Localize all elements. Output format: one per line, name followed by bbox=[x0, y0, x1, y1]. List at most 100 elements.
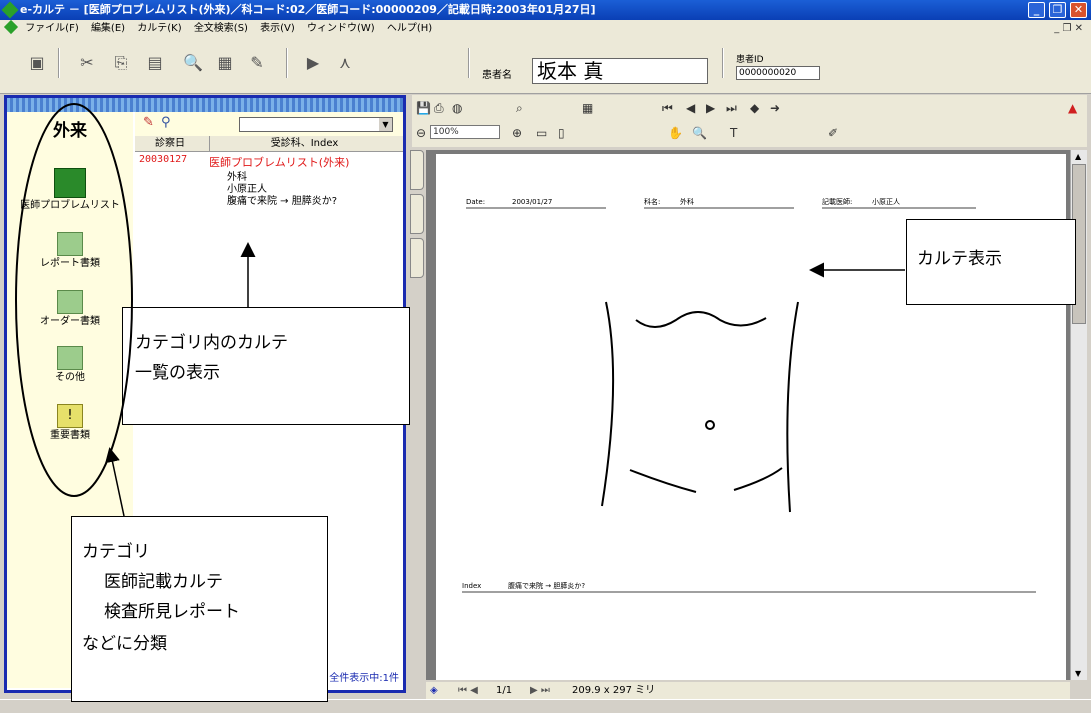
category-label: レポート書類 bbox=[40, 258, 100, 269]
category-problem-list[interactable]: 医師プロブレムリスト bbox=[7, 168, 133, 211]
document-viewer-toolbar: 💾 ⎙ ◍ ⌕ ▦ ⏮ ◀ ▶ ⏭ ◆ ➜ ▲ ⊖ 100% ⊕ ▭ ▯ ✋ 🔍… bbox=[412, 95, 1087, 147]
callout-categories: カテゴリ 医師記載カルテ 検査所見レポート などに分類 bbox=[71, 516, 328, 702]
paste-icon[interactable]: ▤ bbox=[144, 52, 166, 74]
category-label: 重要書類 bbox=[50, 430, 90, 441]
title-bar: e-カルテ － [医師プロブレムリスト(外来)／科コード:02／医師コード:00… bbox=[0, 0, 1091, 20]
last-page-icon[interactable]: ▶ ⏭ bbox=[530, 682, 550, 699]
page-search-icon[interactable]: ▦ bbox=[214, 52, 236, 74]
tools-icon[interactable]: ✎ bbox=[246, 52, 268, 74]
print-icon[interactable]: ⎙ bbox=[434, 101, 444, 115]
callout-text-line4: などに分類 bbox=[82, 634, 167, 654]
zoom-tool-icon[interactable]: 🔍 bbox=[692, 126, 707, 140]
category-label: その他 bbox=[55, 372, 85, 383]
list-header: 診察日 受診科、Index bbox=[135, 136, 403, 152]
patient-open-icon[interactable]: ▣ bbox=[26, 52, 48, 74]
menu-edit[interactable]: 編集(E) bbox=[91, 20, 125, 38]
category-other[interactable]: その他 bbox=[7, 346, 133, 383]
menu-view[interactable]: 表示(V) bbox=[260, 20, 295, 38]
first-page-icon[interactable]: ⏮ bbox=[662, 101, 673, 115]
zoom-level-field[interactable]: 100% bbox=[430, 125, 500, 139]
main-toolbar: ▣ ✂ ⎘ ▤ 🔍 ▦ ✎ ▶ ⋏ 患者名 坂本 真 患者ID 00000000… bbox=[0, 38, 1091, 94]
callout-record-list: カテゴリ内のカルテ 一覧の表示 bbox=[122, 307, 410, 425]
page-indicator: 1/1 bbox=[496, 685, 513, 696]
doc-index: 腹痛で来院 → 胆膵炎か? bbox=[508, 581, 585, 590]
folder-green-icon bbox=[57, 232, 83, 256]
nav-icon[interactable]: ◈ bbox=[430, 682, 438, 699]
side-tab[interactable] bbox=[410, 238, 424, 278]
scroll-down-icon[interactable]: ▼ bbox=[1075, 669, 1081, 678]
patient-id-label: 患者ID bbox=[736, 55, 764, 65]
maximize-button[interactable]: ❐ bbox=[1049, 2, 1066, 18]
hand-tool-icon[interactable]: ✋ bbox=[668, 126, 683, 140]
category-header: 外来 bbox=[53, 121, 87, 141]
doc-date: 2003/01/27 bbox=[512, 198, 552, 206]
single-page-icon[interactable]: ▭ bbox=[536, 126, 547, 140]
document-side-tabs bbox=[410, 150, 424, 330]
pen-tool-icon[interactable]: ✐ bbox=[828, 126, 838, 140]
select-tool-icon[interactable]: ▶ bbox=[302, 52, 324, 74]
window-title: e-カルテ － [医師プロブレムリスト(外来)／科コード:02／医師コード:00… bbox=[20, 3, 596, 16]
scroll-up-icon[interactable]: ▲ bbox=[1075, 152, 1081, 161]
cut-icon[interactable]: ✂ bbox=[76, 52, 98, 74]
web-icon[interactable]: ◍ bbox=[452, 101, 462, 115]
last-page-icon[interactable]: ⏭ bbox=[726, 101, 737, 115]
row-index: 腹痛で来院 → 胆膵炎か? bbox=[227, 196, 338, 207]
preview-icon[interactable]: 🔍 bbox=[182, 52, 204, 74]
callout-text-line3: 検査所見レポート bbox=[104, 602, 240, 622]
column-header-dept[interactable]: 受診科、Index bbox=[209, 136, 399, 152]
side-tab[interactable] bbox=[410, 150, 424, 190]
document-status-bar: ◈ ⏮ ◀ 1/1 ▶ ⏭ 209.9 x 297 ミリ bbox=[426, 682, 1070, 699]
minimize-button[interactable]: _ bbox=[1028, 2, 1045, 18]
thumbnails-icon[interactable]: ▦ bbox=[582, 101, 593, 115]
list-count-status: 全件表示中:1件 bbox=[329, 673, 399, 684]
menu-bar: ファイル(F) 編集(E) カルテ(K) 全文検索(S) 表示(V) ウィンドウ… bbox=[0, 19, 1091, 38]
close-button[interactable]: ✕ bbox=[1070, 2, 1087, 18]
find-icon[interactable]: ⌕ bbox=[516, 101, 523, 115]
text-tool-icon[interactable]: T bbox=[730, 126, 737, 140]
menu-file[interactable]: ファイル(F) bbox=[25, 20, 79, 38]
menu-fulltext-search[interactable]: 全文検索(S) bbox=[194, 20, 248, 38]
menu-karte[interactable]: カルテ(K) bbox=[137, 20, 181, 38]
menu-app-icon bbox=[3, 19, 19, 35]
doc-dept: 外科 bbox=[680, 197, 694, 206]
menu-window[interactable]: ウィンドウ(W) bbox=[307, 20, 375, 38]
menu-help[interactable]: ヘルプ(H) bbox=[387, 20, 432, 38]
toolbar-separator bbox=[722, 48, 724, 78]
doc-doctor: 小原正人 bbox=[872, 197, 900, 206]
copy-icon[interactable]: ⎘ bbox=[110, 52, 132, 74]
folder-green-icon bbox=[57, 290, 83, 314]
panel-header-strip bbox=[7, 98, 403, 112]
toolbar-separator bbox=[468, 48, 470, 78]
category-important[interactable]: ! 重要書類 bbox=[7, 404, 133, 441]
list-filter-select[interactable]: ▼ bbox=[239, 117, 393, 132]
search-icon[interactable]: ⚲ bbox=[161, 115, 171, 130]
category-reports[interactable]: レポート書類 bbox=[7, 232, 133, 269]
first-page-icon[interactable]: ⏮ ◀ bbox=[458, 682, 478, 699]
forward-icon[interactable]: ➜ bbox=[770, 101, 780, 115]
zoom-out-icon[interactable]: ⊖ bbox=[416, 126, 426, 140]
category-label: 医師プロブレムリスト bbox=[20, 200, 120, 211]
toolbar-separator bbox=[286, 48, 288, 78]
zoom-in-icon[interactable]: ⊕ bbox=[512, 126, 522, 140]
patient-id-field: 0000000020 bbox=[736, 66, 820, 80]
mdi-controls[interactable]: _ ❐ ✕ bbox=[1054, 20, 1083, 38]
callout-text-line1: カテゴリ bbox=[82, 542, 150, 562]
callout-text-line2: 医師記載カルテ bbox=[104, 572, 223, 592]
edit-pen-icon[interactable]: ✎ bbox=[143, 115, 154, 130]
next-page-icon[interactable]: ▶ bbox=[706, 101, 715, 115]
column-header-date[interactable]: 診察日 bbox=[135, 136, 205, 152]
save-icon[interactable]: 💾 bbox=[416, 101, 431, 115]
side-tab[interactable] bbox=[410, 194, 424, 234]
callout-text-line2: 一覧の表示 bbox=[135, 363, 220, 383]
patient-name-label: 患者名 bbox=[482, 70, 512, 81]
back-icon[interactable]: ◆ bbox=[750, 101, 759, 115]
row-date: 20030127 bbox=[139, 154, 188, 165]
previous-page-icon[interactable]: ◀ bbox=[686, 101, 695, 115]
continuous-page-icon[interactable]: ▯ bbox=[558, 126, 565, 140]
signature-icon[interactable]: ⋏ bbox=[334, 52, 356, 74]
doc-dept-label: 科名: bbox=[644, 197, 660, 206]
acrobat-icon: ▲ bbox=[1068, 101, 1078, 115]
folder-green-icon bbox=[57, 346, 83, 370]
category-orders[interactable]: オーダー書類 bbox=[7, 290, 133, 327]
chevron-down-icon[interactable]: ▼ bbox=[379, 118, 392, 131]
